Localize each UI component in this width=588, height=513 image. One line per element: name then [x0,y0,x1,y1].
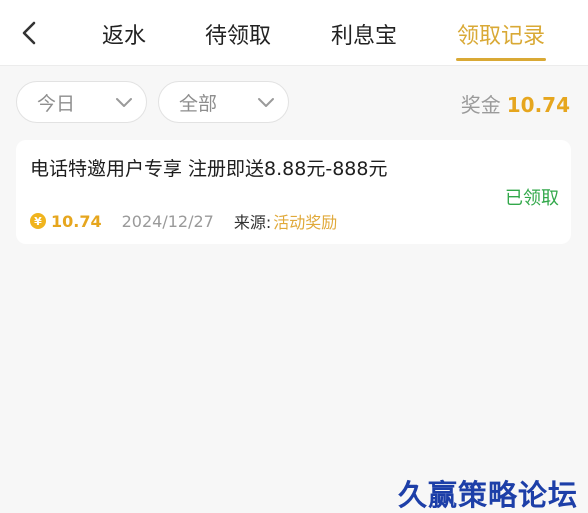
tab-pending[interactable]: 待领取 [204,18,272,62]
record-title: 电话特邀用户专享 注册即送8.88元-888元 [30,158,388,180]
record-amount: 10.74 [51,211,102,231]
type-filter-value: 全部 [179,92,218,115]
type-filter-dropdown[interactable]: 全部 [158,81,289,123]
tab-rebate-label: 返水 [101,24,146,49]
claim-records-page: 返水 待领取 利息宝 领取记录 今日 全部 奖金 10.74 电话特邀用户专享 注… [0,0,588,513]
tab-claim-records-label: 领取记录 [456,24,545,49]
record-card: 电话特邀用户专享 注册即送8.88元-888元 已领取 ¥ 10.74 2024… [16,140,571,244]
prize-value: 10.74 [506,93,570,117]
prize-label: 奖金 [460,93,501,117]
chevron-left-icon [22,21,36,45]
top-nav-bar: 返水 待领取 利息宝 领取记录 [0,0,588,66]
record-meta: ¥ 10.74 2024/12/27 来源: 活动奖励 [30,210,337,232]
chevron-down-icon [116,98,132,107]
coin-icon: ¥ [30,213,46,229]
date-filter-dropdown[interactable]: 今日 [16,81,147,123]
tab-pending-label: 待领取 [204,24,271,49]
active-tab-indicator [456,58,546,61]
record-date: 2024/12/27 [121,211,214,231]
tab-rebate[interactable]: 返水 [100,18,148,62]
record-source-label: 来源: [233,213,272,232]
back-button[interactable] [14,16,44,50]
prize-total: 奖金 10.74 [461,89,570,118]
chevron-down-icon [258,98,274,107]
forum-watermark: 久赢策略论坛 [397,478,578,512]
record-status-badge: 已领取 [505,188,559,209]
tab-interest-label: 利息宝 [330,24,397,49]
record-source-value: 活动奖励 [273,213,338,232]
tab-claim-records[interactable]: 领取记录 [456,18,546,62]
date-filter-value: 今日 [37,92,76,115]
tab-interest[interactable]: 利息宝 [330,18,398,62]
